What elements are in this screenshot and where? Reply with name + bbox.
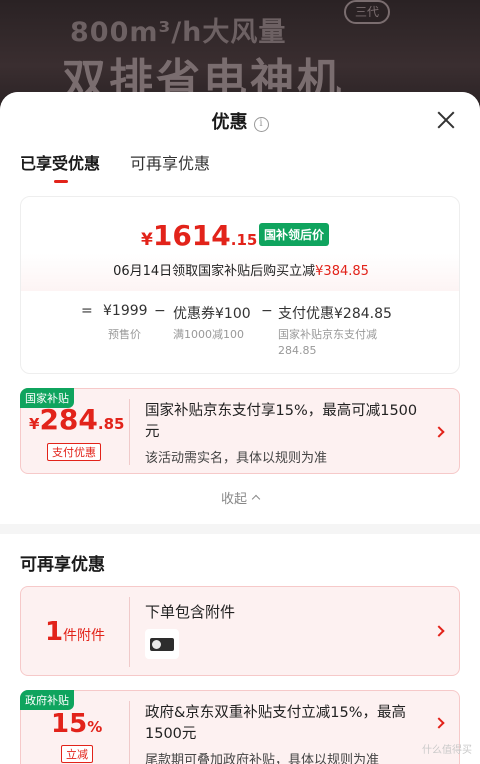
sheet-title: 优惠 xyxy=(211,112,248,133)
instant-discount-label: 立减 xyxy=(61,745,93,763)
chevron-right-icon[interactable] xyxy=(433,717,445,729)
divider xyxy=(129,597,130,667)
watermark: 什么值得买 xyxy=(422,745,472,756)
subsidy-currency: ¥ xyxy=(29,415,40,433)
divider xyxy=(129,701,130,764)
sheet-top-section: 优惠 i 已享受优惠 可再享优惠 ¥1614.15 国补领后价 06月14日领取国… xyxy=(0,92,480,524)
price-decimal: .15 xyxy=(230,231,258,249)
gov-subsidy-tag: 政府补贴 xyxy=(20,690,74,710)
more-offers-title: 可再享优惠 xyxy=(20,555,105,575)
collapse-label: 收起 xyxy=(220,492,247,507)
more-offers-section: 可再享优惠 1件附件 下单包含附件 政府补贴 15% 立减 政府&京东双重补贴支… xyxy=(0,534,480,764)
subtitle-amount: ¥384.85 xyxy=(315,264,369,279)
subsidy-amount: ¥284.85 xyxy=(29,403,124,436)
subsidy-description: 国家补贴京东支付享15%，最高可减1500元 xyxy=(145,403,418,440)
coupon-label: 满1000减100 xyxy=(173,328,244,341)
accessory-thumbnail[interactable] xyxy=(145,629,179,659)
chevron-right-icon[interactable] xyxy=(433,625,445,637)
fan-icon xyxy=(152,640,161,649)
gov-offer-note: 尾款期可叠加政府补贴，具体以规则为准 xyxy=(145,753,380,764)
accessory-number: 1 xyxy=(44,617,64,647)
tab-bar: 已享受优惠 可再享优惠 xyxy=(20,150,210,183)
chevron-right-icon[interactable] xyxy=(433,426,445,438)
subsidy-decimal: .85 xyxy=(97,415,125,433)
info-icon[interactable]: i xyxy=(253,117,269,132)
final-price: ¥1614.15 xyxy=(141,219,257,252)
sheet-header: 优惠 i xyxy=(0,108,480,134)
coupon-amount: 优惠券¥100 xyxy=(173,306,251,322)
subsidy-note: 该活动需实名，具体以规则为准 xyxy=(145,451,328,466)
payment-label: 国家补贴京东支付减 xyxy=(278,328,377,341)
government-subsidy-offer-card[interactable]: 政府补贴 15% 立减 政府&京东双重补贴支付立减15%，最高1500元 尾款期… xyxy=(20,690,460,764)
price-header: ¥1614.15 国补领后价 06月14日领取国家补贴后购买立减¥384.85 xyxy=(21,197,459,291)
discount-sheet: 优惠 i 已享受优惠 可再享优惠 ¥1614.15 国补领后价 06月14日领取国… xyxy=(0,92,480,764)
national-subsidy-card[interactable]: 国家补贴 ¥284.85 支付优惠 国家补贴京东支付享15%，最高可减1500元… xyxy=(20,388,460,474)
collapse-button[interactable]: 收起 xyxy=(0,488,480,507)
percent-number: 15 xyxy=(51,709,88,739)
tab-enjoyed[interactable]: 已享受优惠 xyxy=(20,150,100,183)
percent-symbol: % xyxy=(87,718,103,736)
gov-offer-description: 政府&京东双重补贴支付立减15%，最高1500元 xyxy=(145,705,407,742)
payment-discount-label: 支付优惠 xyxy=(47,443,101,461)
discount-percent: 15% xyxy=(51,709,102,739)
price-integer: 1614 xyxy=(152,219,231,252)
banner-badge: 三代 xyxy=(344,0,390,24)
formula-equals: = xyxy=(81,303,93,319)
accessory-unit: 件附件 xyxy=(63,628,106,644)
price-subtitle: 06月14日领取国家补贴后购买立减¥384.85 xyxy=(21,260,461,279)
final-price-card: ¥1614.15 国补领后价 06月14日领取国家补贴后购买立减¥384.85 … xyxy=(20,196,460,374)
currency-symbol: ¥ xyxy=(141,230,153,250)
accessory-offer-title: 下单包含附件 xyxy=(145,603,236,621)
accessory-count: 1件附件 xyxy=(21,617,129,647)
accessory-offer-card[interactable]: 1件附件 下单包含附件 xyxy=(20,586,460,676)
chevron-up-icon xyxy=(251,494,261,504)
formula-minus-1: − xyxy=(154,303,166,319)
subtitle-text: 06月14日领取国家补贴后购买立减 xyxy=(113,264,316,279)
formula-minus-2: − xyxy=(261,303,273,319)
presale-price: ¥1999 xyxy=(103,303,148,319)
divider xyxy=(129,399,130,465)
payment-label-amount: 284.85 xyxy=(278,344,317,357)
presale-label: 预售价 xyxy=(108,328,141,341)
subsidy-integer: 284 xyxy=(39,403,98,436)
subsidy-price-tag: 国补领后价 xyxy=(259,223,330,246)
payment-discount: 支付优惠¥284.85 xyxy=(278,306,392,322)
close-icon[interactable] xyxy=(436,110,456,130)
tab-more[interactable]: 可再享优惠 xyxy=(130,150,210,174)
